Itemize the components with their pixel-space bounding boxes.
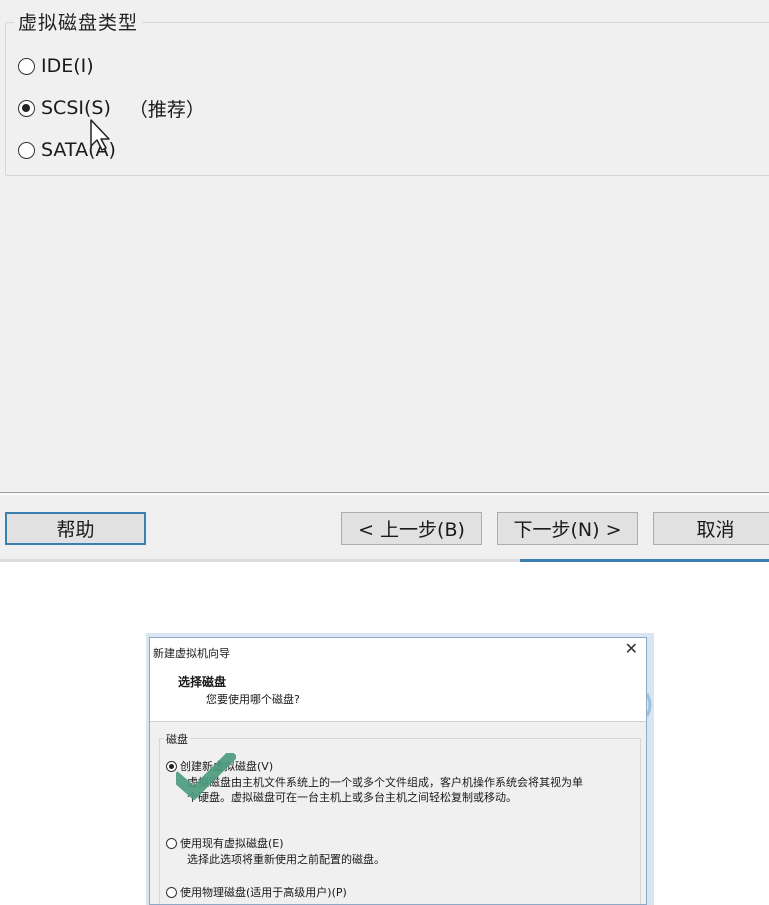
dialog-heading: 选择磁盘 [178,675,227,689]
radio-ide-label: IDE(I) [41,55,94,77]
create-new-disk-desc-line2: 个硬盘。虚拟磁盘可在一台主机上或多台主机之间轻松复制或移动。 [187,791,517,804]
dialog-subheading: 您要使用哪个磁盘? [206,693,300,706]
radio-use-existing-disk-label: 使用现有虚拟磁盘(E) [180,837,284,850]
new-vm-wizard-dialog: 新建虚拟机向导 ✕ 选择磁盘 您要使用哪个磁盘? 磁盘 创建新虚拟磁盘(V) 虚… [149,637,647,905]
radio-sata-indicator[interactable] [18,141,35,159]
radio-scsi-indicator[interactable] [18,99,35,117]
create-new-disk-desc-line1: 虚拟磁盘由主机文件系统上的一个或多个文件组成，客户机操作系统会将其视为单 [187,776,583,789]
radio-use-existing-disk-indicator[interactable] [166,837,177,849]
window-bottom-accent [520,559,769,562]
radio-ide[interactable]: IDE(I) [18,53,94,79]
next-button[interactable]: 下一步(N) > [497,512,638,545]
back-button[interactable]: < 上一步(B) [341,512,482,545]
disk-type-panel: 虚拟磁盘类型 IDE(I) SCSI(S) （推荐） SATA(A) 帮助 < … [0,0,769,562]
use-existing-disk-description: 选择此选项将重新使用之前配置的磁盘。 [187,853,385,866]
footer-separator [0,492,769,493]
check-mark-icon [176,753,236,801]
dialog-body: 磁盘 创建新虚拟磁盘(V) 虚拟磁盘由主机文件系统上的一个或多个文件组成，客户机… [150,721,646,904]
radio-use-physical-disk-indicator[interactable] [166,886,177,898]
radio-use-physical-disk-label: 使用物理磁盘(适用于高级用户)(P) [180,886,347,899]
recommended-note: （推荐） [128,98,205,121]
dialog-title: 新建虚拟机向导 [153,647,230,660]
radio-ide-indicator[interactable] [18,57,35,75]
close-icon[interactable]: ✕ [625,641,638,657]
disk-group-label: 磁盘 [164,731,190,747]
help-button[interactable]: 帮助 [5,512,146,545]
radio-use-existing-disk[interactable]: 使用现有虚拟磁盘(E) [166,835,284,851]
mouse-cursor-icon [90,119,110,151]
radio-use-physical-disk[interactable]: 使用物理磁盘(适用于高级用户)(P) [166,884,347,900]
background-window-edge [647,693,652,717]
radio-scsi-label: SCSI(S) [41,97,111,119]
footer-separator-highlight [0,494,769,495]
disk-type-group-title: 虚拟磁盘类型 [14,8,143,35]
window-bottom-edge [0,559,769,562]
cancel-button[interactable]: 取消 [653,512,769,545]
create-new-disk-description: 虚拟磁盘由主机文件系统上的一个或多个文件组成，客户机操作系统会将其视为单 个硬盘… [187,775,627,805]
